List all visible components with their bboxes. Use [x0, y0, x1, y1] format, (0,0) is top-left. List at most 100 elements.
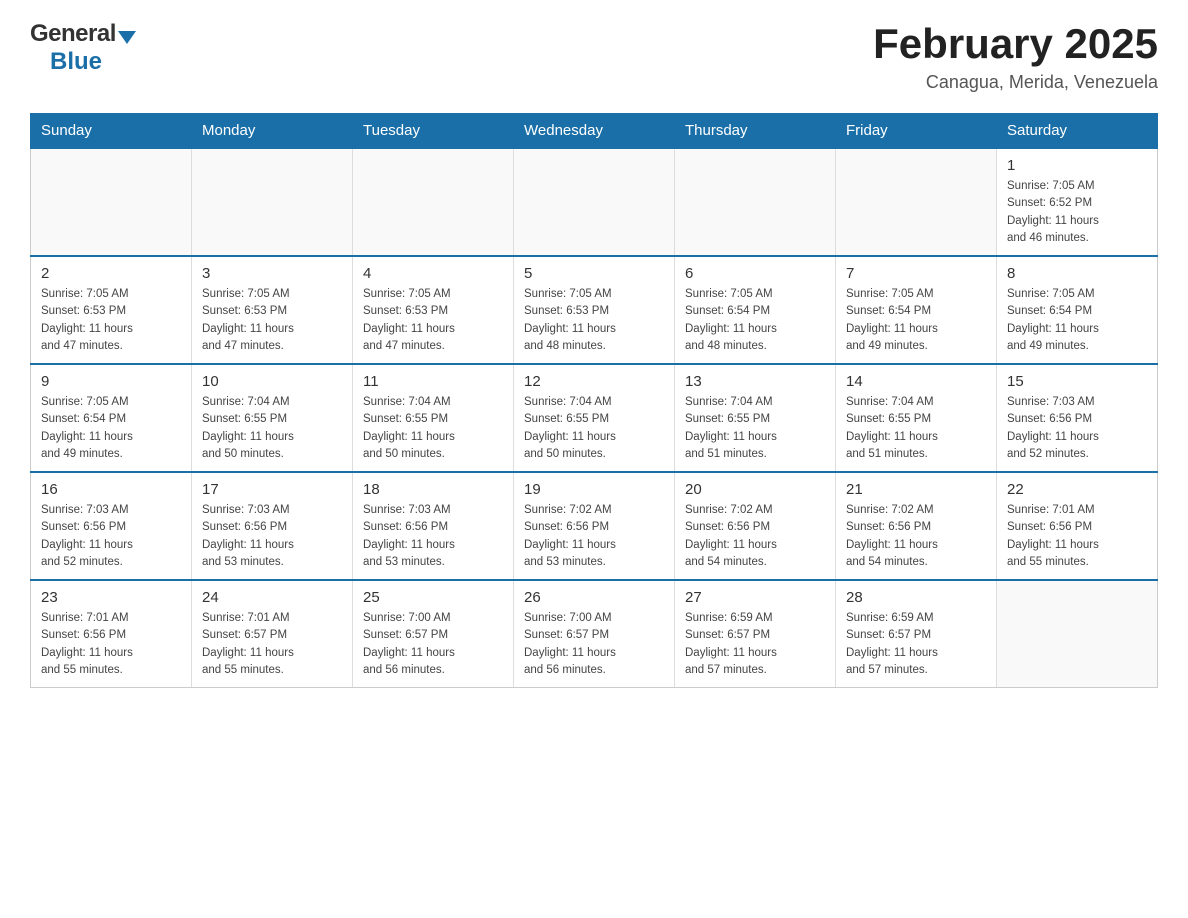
calendar-day-cell: 2Sunrise: 7:05 AM Sunset: 6:53 PM Daylig…: [31, 256, 192, 364]
calendar-week-row: 16Sunrise: 7:03 AM Sunset: 6:56 PM Dayli…: [31, 472, 1158, 580]
calendar-day-cell: 9 Sunrise: 7:05 AM Sunset: 6:54 PM Daylig…: [31, 364, 192, 472]
day-info: Sunrise: 7:00 AM Sunset: 6:57 PM Dayligh…: [524, 610, 664, 679]
day-info: Sunrise: 7:04 AM Sunset: 6:55 PM Dayligh…: [846, 394, 986, 463]
calendar-day-cell: [836, 148, 997, 256]
day-info: Sunrise: 7:05 AM Sunset: 6:54 PM Dayligh…: [41, 394, 181, 463]
calendar-day-cell: 1Sunrise: 7:05 AM Sunset: 6:52 PM Daylig…: [997, 148, 1158, 256]
day-info: Sunrise: 7:00 AM Sunset: 6:57 PM Dayligh…: [363, 610, 503, 679]
day-info: Sunrise: 7:01 AM Sunset: 6:57 PM Dayligh…: [202, 610, 342, 679]
calendar-day-cell: 27 Sunrise: 6:59 AM Sunset: 6:57 PM Dayli…: [675, 580, 836, 688]
day-number: 3: [202, 265, 342, 282]
day-number: 13: [685, 373, 825, 390]
day-number: 25: [363, 589, 503, 606]
day-info: Sunrise: 7:04 AM Sunset: 6:55 PM Dayligh…: [363, 394, 503, 463]
day-of-week-header: Thursday: [675, 114, 836, 149]
calendar-day-cell: 21Sunrise: 7:02 AM Sunset: 6:56 PM Dayli…: [836, 472, 997, 580]
calendar-day-cell: 3 Sunrise: 7:05 AM Sunset: 6:53 PM Daylig…: [192, 256, 353, 364]
calendar-day-cell: 15Sunrise: 7:03 AM Sunset: 6:56 PM Dayli…: [997, 364, 1158, 472]
calendar-day-cell: 26 Sunrise: 7:00 AM Sunset: 6:57 PM Dayli…: [514, 580, 675, 688]
day-number: 10: [202, 373, 342, 390]
day-info: Sunrise: 7:02 AM Sunset: 6:56 PM Dayligh…: [846, 502, 986, 571]
day-number: 26: [524, 589, 664, 606]
day-number: 24: [202, 589, 342, 606]
calendar-day-cell: 24 Sunrise: 7:01 AM Sunset: 6:57 PM Dayli…: [192, 580, 353, 688]
day-info: Sunrise: 6:59 AM Sunset: 6:57 PM Dayligh…: [846, 610, 986, 679]
day-number: 20: [685, 481, 825, 498]
day-info: Sunrise: 7:03 AM Sunset: 6:56 PM Dayligh…: [363, 502, 503, 571]
day-number: 28: [846, 589, 986, 606]
day-of-week-header: Saturday: [997, 114, 1158, 149]
day-of-week-header: Friday: [836, 114, 997, 149]
calendar-day-cell: 18 Sunrise: 7:03 AM Sunset: 6:56 PM Dayli…: [353, 472, 514, 580]
calendar-day-cell: 7 Sunrise: 7:05 AM Sunset: 6:54 PM Daylig…: [836, 256, 997, 364]
calendar-day-cell: 6 Sunrise: 7:05 AM Sunset: 6:54 PM Daylig…: [675, 256, 836, 364]
calendar-day-cell: 17Sunrise: 7:03 AM Sunset: 6:56 PM Dayli…: [192, 472, 353, 580]
calendar-week-row: 1Sunrise: 7:05 AM Sunset: 6:52 PM Daylig…: [31, 148, 1158, 256]
day-info: Sunrise: 7:03 AM Sunset: 6:56 PM Dayligh…: [1007, 394, 1147, 463]
day-number: 5: [524, 265, 664, 282]
calendar-day-cell: [675, 148, 836, 256]
calendar-day-cell: 22Sunrise: 7:01 AM Sunset: 6:56 PM Dayli…: [997, 472, 1158, 580]
day-info: Sunrise: 7:05 AM Sunset: 6:53 PM Dayligh…: [524, 286, 664, 355]
calendar-day-cell: 12Sunrise: 7:04 AM Sunset: 6:55 PM Dayli…: [514, 364, 675, 472]
calendar-week-row: 9 Sunrise: 7:05 AM Sunset: 6:54 PM Daylig…: [31, 364, 1158, 472]
calendar-day-cell: 13 Sunrise: 7:04 AM Sunset: 6:55 PM Dayli…: [675, 364, 836, 472]
day-info: Sunrise: 7:05 AM Sunset: 6:54 PM Dayligh…: [685, 286, 825, 355]
day-number: 8: [1007, 265, 1147, 282]
day-info: Sunrise: 7:05 AM Sunset: 6:54 PM Dayligh…: [846, 286, 986, 355]
location-text: Canagua, Merida, Venezuela: [873, 72, 1158, 93]
day-of-week-header: Monday: [192, 114, 353, 149]
day-info: Sunrise: 7:02 AM Sunset: 6:56 PM Dayligh…: [524, 502, 664, 571]
logo-arrow-icon: [118, 31, 136, 44]
page-header: General Blue February 2025 Canagua, Meri…: [30, 20, 1158, 93]
logo: General Blue: [30, 20, 136, 76]
day-info: Sunrise: 7:01 AM Sunset: 6:56 PM Dayligh…: [41, 610, 181, 679]
logo-general-text: General: [30, 20, 116, 48]
title-block: February 2025 Canagua, Merida, Venezuela: [873, 20, 1158, 93]
month-title: February 2025: [873, 20, 1158, 68]
calendar-week-row: 23Sunrise: 7:01 AM Sunset: 6:56 PM Dayli…: [31, 580, 1158, 688]
days-of-week-row: SundayMondayTuesdayWednesdayThursdayFrid…: [31, 114, 1158, 149]
day-number: 4: [363, 265, 503, 282]
day-of-week-header: Sunday: [31, 114, 192, 149]
calendar-day-cell: 11 Sunrise: 7:04 AM Sunset: 6:55 PM Dayli…: [353, 364, 514, 472]
calendar-day-cell: 8 Sunrise: 7:05 AM Sunset: 6:54 PM Daylig…: [997, 256, 1158, 364]
calendar-day-cell: [514, 148, 675, 256]
day-info: Sunrise: 6:59 AM Sunset: 6:57 PM Dayligh…: [685, 610, 825, 679]
calendar-day-cell: 23Sunrise: 7:01 AM Sunset: 6:56 PM Dayli…: [31, 580, 192, 688]
calendar-day-cell: [997, 580, 1158, 688]
day-info: Sunrise: 7:05 AM Sunset: 6:54 PM Dayligh…: [1007, 286, 1147, 355]
calendar-table: SundayMondayTuesdayWednesdayThursdayFrid…: [30, 113, 1158, 688]
day-info: Sunrise: 7:02 AM Sunset: 6:56 PM Dayligh…: [685, 502, 825, 571]
day-number: 22: [1007, 481, 1147, 498]
day-info: Sunrise: 7:04 AM Sunset: 6:55 PM Dayligh…: [202, 394, 342, 463]
day-of-week-header: Wednesday: [514, 114, 675, 149]
day-info: Sunrise: 7:05 AM Sunset: 6:52 PM Dayligh…: [1007, 178, 1147, 247]
calendar-day-cell: [353, 148, 514, 256]
calendar-day-cell: 28 Sunrise: 6:59 AM Sunset: 6:57 PM Dayli…: [836, 580, 997, 688]
calendar-day-cell: [31, 148, 192, 256]
day-number: 17: [202, 481, 342, 498]
day-info: Sunrise: 7:05 AM Sunset: 6:53 PM Dayligh…: [41, 286, 181, 355]
calendar-day-cell: 20 Sunrise: 7:02 AM Sunset: 6:56 PM Dayli…: [675, 472, 836, 580]
day-of-week-header: Tuesday: [353, 114, 514, 149]
day-info: Sunrise: 7:04 AM Sunset: 6:55 PM Dayligh…: [524, 394, 664, 463]
day-number: 7: [846, 265, 986, 282]
day-number: 27: [685, 589, 825, 606]
calendar-day-cell: 10 Sunrise: 7:04 AM Sunset: 6:55 PM Dayli…: [192, 364, 353, 472]
day-info: Sunrise: 7:05 AM Sunset: 6:53 PM Dayligh…: [202, 286, 342, 355]
logo-blue-text: Blue: [50, 48, 102, 75]
calendar-day-cell: [192, 148, 353, 256]
calendar-day-cell: 5 Sunrise: 7:05 AM Sunset: 6:53 PM Daylig…: [514, 256, 675, 364]
calendar-day-cell: 4Sunrise: 7:05 AM Sunset: 6:53 PM Daylig…: [353, 256, 514, 364]
calendar-day-cell: 16Sunrise: 7:03 AM Sunset: 6:56 PM Dayli…: [31, 472, 192, 580]
day-number: 9: [41, 373, 181, 390]
day-info: Sunrise: 7:04 AM Sunset: 6:55 PM Dayligh…: [685, 394, 825, 463]
calendar-body: 1Sunrise: 7:05 AM Sunset: 6:52 PM Daylig…: [31, 148, 1158, 688]
calendar-day-cell: 19 Sunrise: 7:02 AM Sunset: 6:56 PM Dayli…: [514, 472, 675, 580]
calendar-week-row: 2Sunrise: 7:05 AM Sunset: 6:53 PM Daylig…: [31, 256, 1158, 364]
day-number: 11: [363, 373, 503, 390]
day-number: 19: [524, 481, 664, 498]
day-number: 6: [685, 265, 825, 282]
day-number: 18: [363, 481, 503, 498]
